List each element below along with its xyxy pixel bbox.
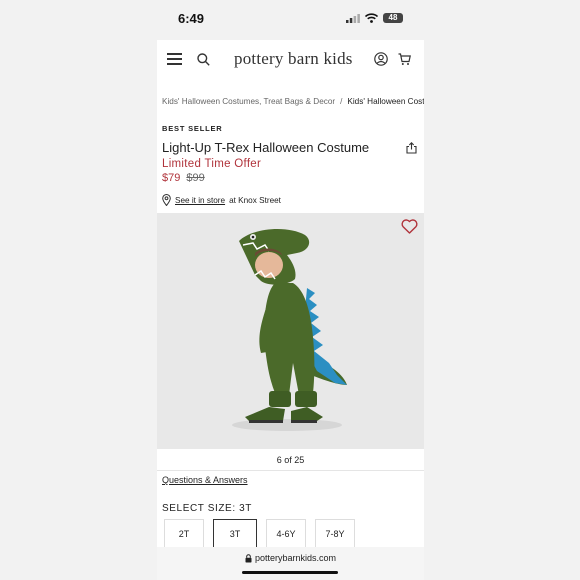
- price-row: $79 $99: [162, 172, 205, 184]
- wifi-icon: [365, 13, 378, 23]
- product-image[interactable]: [157, 213, 424, 449]
- size-option-3t[interactable]: 3T: [213, 519, 257, 549]
- select-size-label: SELECT SIZE: 3T: [162, 503, 252, 514]
- best-seller-badge: BEST SELLER: [162, 124, 223, 133]
- size-option-7-8y[interactable]: 7-8Y: [315, 519, 355, 549]
- sale-price: $79: [162, 172, 181, 184]
- battery-indicator: 48: [383, 13, 403, 23]
- size-options: 2T 3T 4-6Y 7-8Y: [164, 519, 355, 549]
- heart-icon[interactable]: [401, 219, 418, 234]
- lock-icon: [245, 554, 252, 563]
- top-navigation: pottery barn kids: [157, 40, 424, 80]
- account-icon[interactable]: [374, 52, 388, 66]
- browser-url-bar[interactable]: potterybarnkids.com: [157, 547, 424, 580]
- signal-icon: [346, 13, 360, 23]
- location-pin-icon: [162, 194, 171, 206]
- promo-label: Limited Time Offer: [162, 158, 262, 170]
- browser-viewport: pottery barn kids Kids' Halloween Costum…: [157, 40, 424, 580]
- url-text: potterybarnkids.com: [254, 553, 337, 563]
- product-title: Light-Up T-Rex Halloween Costume: [162, 140, 370, 155]
- see-in-store-link[interactable]: See it in store: [175, 196, 225, 205]
- store-location: at Knox Street: [229, 195, 281, 205]
- status-time: 6:49: [178, 11, 205, 26]
- brand-logo[interactable]: pottery barn kids: [234, 49, 353, 69]
- status-bar: 6:49 48: [0, 0, 580, 40]
- breadcrumb-item-parent[interactable]: Kids' Halloween Costumes, Treat Bags & D…: [162, 97, 335, 106]
- product-photo-illustration: [157, 213, 424, 449]
- selected-size-value: 3T: [239, 503, 252, 514]
- cart-icon[interactable]: [398, 53, 411, 66]
- status-icons: 48: [346, 13, 403, 23]
- store-availability: See it in store at Knox Street: [162, 194, 281, 206]
- questions-answers-link[interactable]: Questions & Answers: [162, 475, 248, 485]
- image-counter: 6 of 25: [276, 455, 305, 465]
- breadcrumb: Kids' Halloween Costumes, Treat Bags & D…: [162, 97, 424, 106]
- select-size-prefix: SELECT SIZE:: [162, 503, 236, 514]
- original-price: $99: [186, 172, 205, 184]
- breadcrumb-separator: /: [340, 97, 343, 106]
- menu-icon[interactable]: [167, 53, 182, 65]
- home-indicator[interactable]: [242, 571, 338, 574]
- search-icon[interactable]: [197, 53, 210, 66]
- size-option-2t[interactable]: 2T: [164, 519, 204, 549]
- size-option-4-6y[interactable]: 4-6Y: [266, 519, 306, 549]
- share-icon[interactable]: [406, 142, 417, 154]
- url-display[interactable]: potterybarnkids.com: [157, 553, 424, 563]
- breadcrumb-item-current[interactable]: Kids' Halloween Costumes: [347, 97, 424, 106]
- divider: [157, 470, 424, 471]
